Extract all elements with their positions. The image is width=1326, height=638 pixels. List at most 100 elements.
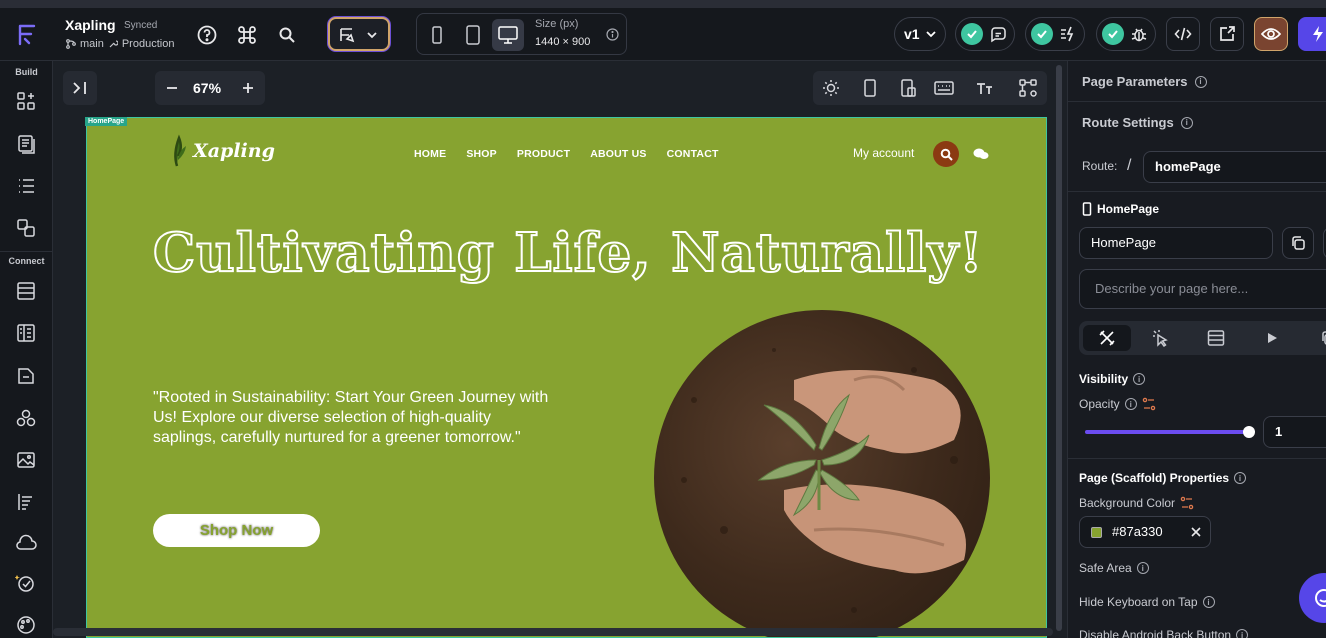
hero-plant-image <box>654 310 990 637</box>
route-input[interactable]: homePage <box>1143 151 1326 183</box>
support-chat-button[interactable] <box>1299 573 1326 623</box>
info-icon[interactable]: i <box>1234 472 1247 484</box>
responsive-icon[interactable] <box>897 77 919 99</box>
tab-backend-query[interactable] <box>1192 325 1240 351</box>
site-nav: HOME SHOP PRODUCT ABOUT US CONTACT <box>414 148 719 160</box>
components-icon[interactable] <box>15 217 37 239</box>
opacity-slider-thumb[interactable] <box>1243 426 1255 438</box>
device-frame-icon[interactable] <box>859 77 881 99</box>
variable-binding-icon[interactable] <box>1180 496 1194 510</box>
tab-actions[interactable] <box>1136 325 1184 351</box>
search-icon[interactable] <box>276 24 298 46</box>
brand-logo[interactable]: Xapling <box>169 134 275 168</box>
page-tag: HomePage <box>85 117 128 126</box>
tests-icon[interactable] <box>15 572 37 594</box>
page-description-input[interactable]: Describe your page here... <box>1079 269 1326 309</box>
canvas-horizontal-scrollbar[interactable] <box>53 628 1053 636</box>
close-icon[interactable] <box>1191 527 1201 537</box>
settings-brush-icon[interactable] <box>15 614 37 636</box>
tablet-device-icon[interactable] <box>457 19 489 51</box>
tab-animations[interactable] <box>1248 325 1296 351</box>
table-icon <box>1207 330 1225 346</box>
device-selector <box>416 13 627 55</box>
widget-icon <box>340 28 355 43</box>
properties-tools-icon <box>1099 330 1115 346</box>
nav-product[interactable]: PRODUCT <box>517 148 570 160</box>
cloud-functions-icon[interactable] <box>15 532 37 554</box>
opacity-input[interactable]: 1 <box>1263 416 1326 448</box>
safe-area-label: Safe Area i <box>1079 561 1149 575</box>
theme-icon[interactable] <box>15 491 37 513</box>
info-icon[interactable]: i <box>1124 398 1137 410</box>
opacity-slider-track[interactable] <box>1085 430 1249 434</box>
info-icon[interactable]: i <box>1136 562 1149 574</box>
collapse-panel-icon <box>73 82 86 94</box>
preview-button[interactable] <box>1254 17 1288 51</box>
sync-status: Synced <box>124 20 158 31</box>
window-top-strip <box>0 0 1326 8</box>
info-icon[interactable]: i <box>1133 373 1146 385</box>
actions-status-button[interactable] <box>1025 17 1085 51</box>
widget-tree-icon[interactable] <box>15 175 37 197</box>
site-search-button[interactable] <box>933 141 959 167</box>
info-icon[interactable]: i <box>1194 75 1207 88</box>
comments-status-button[interactable] <box>955 17 1015 51</box>
page-parameters-header[interactable]: Page Parameters i <box>1082 74 1326 89</box>
open-external-button[interactable] <box>1210 17 1244 51</box>
flutterflow-logo-icon[interactable] <box>12 20 42 50</box>
zoom-out-icon[interactable] <box>163 79 181 97</box>
tab-more[interactable] <box>1304 325 1326 351</box>
project-name[interactable]: Xapling <box>65 17 116 33</box>
canvas-vertical-scrollbar[interactable] <box>1055 61 1063 638</box>
chat-icon[interactable] <box>973 146 989 162</box>
nav-contact[interactable]: CONTACT <box>667 148 719 160</box>
size-label: Size (px) <box>535 18 579 30</box>
integrations-icon[interactable] <box>15 407 37 429</box>
page-name-input[interactable]: HomePage <box>1079 227 1273 259</box>
design-canvas[interactable]: 67% Xapling HOME SHOP PRODUCT ABOUT US C… <box>53 61 1067 638</box>
widget-tree-toggle-icon[interactable] <box>1017 77 1039 99</box>
media-assets-icon[interactable] <box>15 449 37 471</box>
add-widget-icon[interactable] <box>15 90 37 112</box>
info-icon[interactable]: i <box>1236 629 1249 638</box>
bg-color-title: Background Color <box>1079 496 1176 510</box>
info-icon[interactable]: i <box>1202 596 1215 608</box>
command-icon[interactable] <box>236 24 258 46</box>
widget-palette-button[interactable] <box>328 17 390 51</box>
text-scale-icon[interactable] <box>973 77 995 99</box>
nav-home[interactable]: HOME <box>414 148 446 160</box>
collapse-panel-button[interactable] <box>63 71 97 105</box>
zoom-in-icon[interactable] <box>239 79 257 97</box>
check-icon <box>1031 23 1053 45</box>
desktop-device-icon[interactable] <box>492 19 524 51</box>
version-selector[interactable]: v1 <box>894 17 946 51</box>
my-account-link[interactable]: My account <box>853 146 914 160</box>
data-schema-icon[interactable] <box>15 280 37 302</box>
custom-files-icon[interactable] <box>15 365 37 387</box>
branch-icon <box>66 39 76 49</box>
tab-properties[interactable] <box>1083 325 1131 351</box>
route-settings-header[interactable]: Route Settings i <box>1082 115 1326 130</box>
light-mode-icon[interactable] <box>820 77 842 99</box>
left-nav-rail: Build Connect <box>0 61 53 638</box>
run-button[interactable] <box>1298 17 1326 51</box>
bg-color-input[interactable]: #87a330 <box>1079 516 1211 548</box>
opacity-label: Opacity i <box>1079 397 1156 411</box>
code-view-button[interactable] <box>1166 17 1200 51</box>
variable-binding-icon[interactable] <box>1142 397 1156 411</box>
shop-now-button[interactable]: Shop Now <box>153 514 320 547</box>
color-swatch[interactable] <box>1091 526 1102 538</box>
copy-button[interactable] <box>1282 227 1314 259</box>
pages-icon[interactable] <box>15 133 37 155</box>
help-icon[interactable] <box>196 24 218 46</box>
phone-device-icon[interactable] <box>421 19 453 51</box>
size-info-icon[interactable] <box>605 27 619 41</box>
keyboard-icon[interactable] <box>933 77 955 99</box>
nav-about-us[interactable]: ABOUT US <box>590 148 646 160</box>
branch-info[interactable]: main Production <box>66 38 174 50</box>
info-icon[interactable]: i <box>1180 116 1193 129</box>
page-preview[interactable]: Xapling HOME SHOP PRODUCT ABOUT US CONTA… <box>86 117 1047 638</box>
nav-shop[interactable]: SHOP <box>466 148 497 160</box>
app-state-icon[interactable] <box>15 322 37 344</box>
debug-status-button[interactable] <box>1096 17 1156 51</box>
